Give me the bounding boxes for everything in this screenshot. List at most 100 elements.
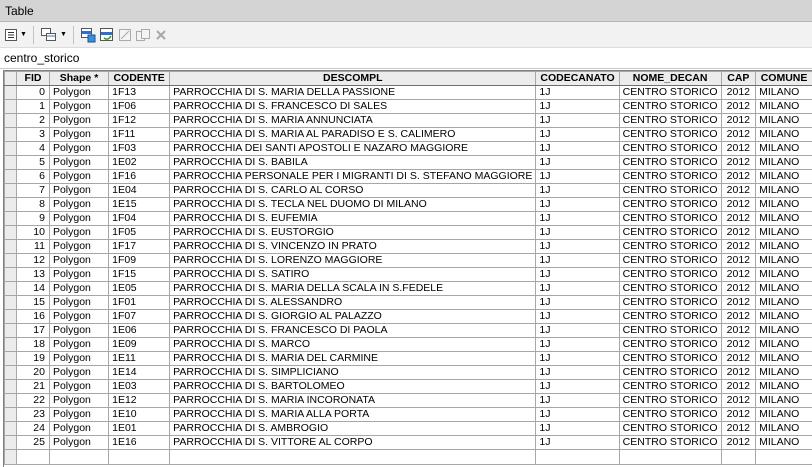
- cell-cap[interactable]: 2012: [721, 338, 756, 352]
- row-selector[interactable]: [5, 324, 17, 338]
- cell-shape[interactable]: Polygon: [49, 114, 108, 128]
- cell-shape[interactable]: Polygon: [49, 100, 108, 114]
- cell-fid[interactable]: 8: [17, 198, 50, 212]
- select-by-attributes-button[interactable]: [80, 25, 96, 45]
- cell-codecanato[interactable]: 1J: [536, 282, 619, 296]
- cell-nome-decan[interactable]: CENTRO STORICO: [619, 282, 721, 296]
- cell-codecanato[interactable]: 1J: [536, 408, 619, 422]
- cell-descompl[interactable]: PARROCCHIA DI S. MARIA AL PARADISO E S. …: [170, 128, 536, 142]
- cell-comune[interactable]: MILANO: [756, 380, 812, 394]
- cell-cap[interactable]: 2012: [721, 352, 756, 366]
- table-row[interactable]: 3Polygon1F11PARROCCHIA DI S. MARIA AL PA…: [5, 128, 812, 142]
- row-selector[interactable]: [5, 240, 17, 254]
- cell-comune[interactable]: MILANO: [756, 226, 812, 240]
- cell-codecanato[interactable]: 1J: [536, 212, 619, 226]
- cell-shape[interactable]: Polygon: [49, 310, 108, 324]
- table-row[interactable]: 0Polygon1F13PARROCCHIA DI S. MARIA DELLA…: [5, 86, 812, 100]
- cell-codente[interactable]: 1F05: [109, 226, 170, 240]
- cell-codente[interactable]: 1F13: [109, 86, 170, 100]
- column-header-codecanato[interactable]: CODECANATO: [536, 72, 619, 86]
- cell-codecanato[interactable]: 1J: [536, 268, 619, 282]
- table-row[interactable]: 4Polygon1F03PARROCCHIA DEI SANTI APOSTOL…: [5, 142, 812, 156]
- cell-codente[interactable]: 1F04: [109, 212, 170, 226]
- cell-cap[interactable]: 2012: [721, 100, 756, 114]
- cell-nome-decan[interactable]: CENTRO STORICO: [619, 380, 721, 394]
- cell-codente[interactable]: 1F15: [109, 268, 170, 282]
- column-header-comune[interactable]: COMUNE: [756, 72, 812, 86]
- cell-codecanato[interactable]: 1J: [536, 324, 619, 338]
- table-row[interactable]: 11Polygon1F17PARROCCHIA DI S. VINCENZO I…: [5, 240, 812, 254]
- cell-comune[interactable]: MILANO: [756, 436, 812, 450]
- cell-cap[interactable]: 2012: [721, 422, 756, 436]
- row-selector[interactable]: [5, 142, 17, 156]
- cell-descompl[interactable]: PARROCCHIA DI S. BARTOLOMEO: [170, 380, 536, 394]
- cell-codecanato[interactable]: 1J: [536, 170, 619, 184]
- cell-comune[interactable]: MILANO: [756, 128, 812, 142]
- cell-codente[interactable]: 1E03: [109, 380, 170, 394]
- cell-codente[interactable]: 1E10: [109, 408, 170, 422]
- cell-codecanato[interactable]: 1J: [536, 86, 619, 100]
- cell-fid[interactable]: 9: [17, 212, 50, 226]
- row-selector[interactable]: [5, 212, 17, 226]
- cell-nome-decan[interactable]: CENTRO STORICO: [619, 422, 721, 436]
- cell-comune[interactable]: MILANO: [756, 254, 812, 268]
- cell-codente[interactable]: 1E14: [109, 366, 170, 380]
- row-selector[interactable]: [5, 282, 17, 296]
- cell-codecanato[interactable]: 1J: [536, 380, 619, 394]
- cell-fid[interactable]: 17: [17, 324, 50, 338]
- cell-descompl[interactable]: PARROCCHIA DI S. MARIA INCORONATA: [170, 394, 536, 408]
- column-header-codente[interactable]: CODENTE: [109, 72, 170, 86]
- table-row[interactable]: 9Polygon1F04PARROCCHIA DI S. EUFEMIA1JCE…: [5, 212, 812, 226]
- cell-shape[interactable]: Polygon: [49, 352, 108, 366]
- cell-shape[interactable]: Polygon: [49, 268, 108, 282]
- cell-nome-decan[interactable]: CENTRO STORICO: [619, 198, 721, 212]
- cell-shape[interactable]: Polygon: [49, 212, 108, 226]
- cell-nome-decan[interactable]: CENTRO STORICO: [619, 436, 721, 450]
- cell-codente[interactable]: 1F03: [109, 142, 170, 156]
- table-row[interactable]: 6Polygon1F16PARROCCHIA PERSONALE PER I M…: [5, 170, 812, 184]
- cell-codente[interactable]: 1E09: [109, 338, 170, 352]
- cell-descompl[interactable]: PARROCCHIA DI S. MARIA ANNUNCIATA: [170, 114, 536, 128]
- cell-codecanato[interactable]: 1J: [536, 394, 619, 408]
- cell-comune[interactable]: MILANO: [756, 212, 812, 226]
- table-row[interactable]: 20Polygon1E14PARROCCHIA DI S. SIMPLICIAN…: [5, 366, 812, 380]
- cell-descompl[interactable]: PARROCCHIA DI S. MARCO: [170, 338, 536, 352]
- cell-descompl[interactable]: PARROCCHIA DI S. BABILA: [170, 156, 536, 170]
- cell-codente[interactable]: 1F11: [109, 128, 170, 142]
- cell-cap[interactable]: 2012: [721, 156, 756, 170]
- cell-nome-decan[interactable]: CENTRO STORICO: [619, 338, 721, 352]
- cell-nome-decan[interactable]: CENTRO STORICO: [619, 408, 721, 422]
- cell-descompl[interactable]: PARROCCHIA PERSONALE PER I MIGRANTI DI S…: [170, 170, 536, 184]
- cell-codecanato[interactable]: 1J: [536, 352, 619, 366]
- cell-comune[interactable]: MILANO: [756, 114, 812, 128]
- cell-codente[interactable]: 1E12: [109, 394, 170, 408]
- cell-nome-decan[interactable]: CENTRO STORICO: [619, 184, 721, 198]
- cell-descompl[interactable]: PARROCCHIA DI S. EUFEMIA: [170, 212, 536, 226]
- row-selector[interactable]: [5, 100, 17, 114]
- cell-descompl[interactable]: PARROCCHIA DEI SANTI APOSTOLI E NAZARO M…: [170, 142, 536, 156]
- cell-cap[interactable]: 2012: [721, 282, 756, 296]
- cell-codecanato[interactable]: 1J: [536, 142, 619, 156]
- cell-descompl[interactable]: PARROCCHIA DI S. GIORGIO AL PALAZZO: [170, 310, 536, 324]
- cell-codente[interactable]: 1F12: [109, 114, 170, 128]
- cell-shape[interactable]: Polygon: [49, 142, 108, 156]
- cell-codecanato[interactable]: 1J: [536, 422, 619, 436]
- cell-shape[interactable]: Polygon: [49, 366, 108, 380]
- table-row[interactable]: 7Polygon1E04PARROCCHIA DI S. CARLO AL CO…: [5, 184, 812, 198]
- cell-comune[interactable]: MILANO: [756, 352, 812, 366]
- cell-comune[interactable]: MILANO: [756, 156, 812, 170]
- cell-nome-decan[interactable]: CENTRO STORICO: [619, 324, 721, 338]
- cell-cap[interactable]: 2012: [721, 128, 756, 142]
- cell-comune[interactable]: MILANO: [756, 268, 812, 282]
- cell-shape[interactable]: Polygon: [49, 86, 108, 100]
- cell-comune[interactable]: MILANO: [756, 422, 812, 436]
- cell-fid[interactable]: 3: [17, 128, 50, 142]
- cell-codente[interactable]: 1F09: [109, 254, 170, 268]
- row-selector[interactable]: [5, 114, 17, 128]
- cell-codecanato[interactable]: 1J: [536, 198, 619, 212]
- table-row[interactable]: 23Polygon1E10PARROCCHIA DI S. MARIA ALLA…: [5, 408, 812, 422]
- cell-shape[interactable]: Polygon: [49, 296, 108, 310]
- cell-nome-decan[interactable]: CENTRO STORICO: [619, 254, 721, 268]
- cell-codecanato[interactable]: 1J: [536, 436, 619, 450]
- cell-nome-decan[interactable]: CENTRO STORICO: [619, 310, 721, 324]
